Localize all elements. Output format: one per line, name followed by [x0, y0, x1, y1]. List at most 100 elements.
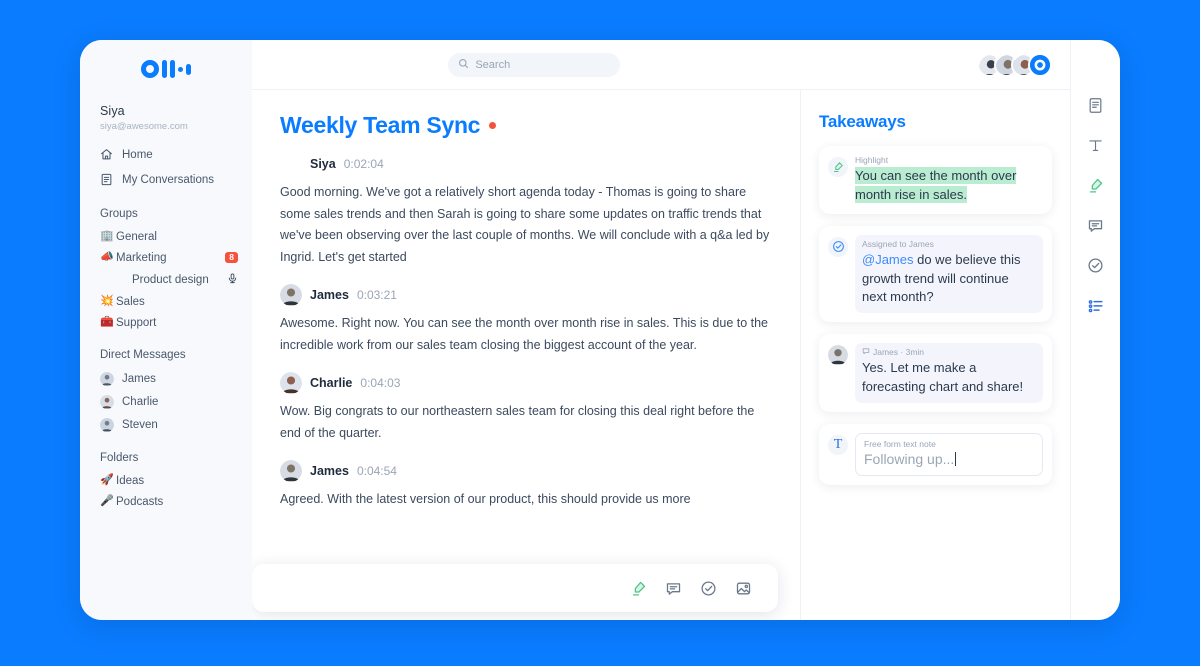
speaker-name[interactable]: Siya	[310, 157, 336, 171]
timestamp[interactable]: 0:02:04	[344, 157, 384, 171]
sidebar-item-my-conversations[interactable]: My Conversations	[80, 167, 252, 192]
user-name: Siya	[100, 104, 125, 118]
check-circle-icon[interactable]	[1085, 254, 1107, 276]
highlighted-line: You can see the month over	[855, 167, 1017, 184]
right-rail	[1070, 40, 1120, 620]
sidebar-group-marketing[interactable]: 📣 Marketing 8	[80, 247, 252, 268]
microphone-emoji-icon: 🎤	[100, 495, 114, 507]
otter-logo-mark	[141, 60, 191, 78]
check-circle-icon[interactable]	[700, 580, 717, 597]
document-icon	[100, 173, 113, 186]
card-body: Assigned to James @James do we believe t…	[855, 234, 1043, 314]
search-icon	[458, 56, 469, 74]
group-label: Product design	[132, 273, 209, 286]
timestamp[interactable]: 0:03:21	[357, 288, 397, 302]
sidebar-group-sales[interactable]: 💥 Sales	[80, 291, 252, 312]
transcript-message: James 0:04:54 Agreed. With the latest ve…	[280, 460, 774, 511]
sidebar-group-support[interactable]: 🧰 Support	[80, 312, 252, 333]
notes-icon[interactable]	[1085, 94, 1107, 116]
logo-bar-1	[162, 60, 167, 78]
sidebar-dm-charlie[interactable]: Charlie	[80, 390, 252, 413]
highlighter-icon[interactable]	[1085, 174, 1107, 196]
group-label: Marketing	[116, 251, 167, 264]
timestamp[interactable]: 0:04:54	[357, 464, 397, 478]
takeaway-card-comment[interactable]: James · 3min Yes. Let me make a forecast…	[819, 334, 1052, 412]
logo-bar-3	[186, 63, 191, 75]
message-header: James 0:04:54	[280, 460, 774, 482]
comment-icon[interactable]	[1085, 214, 1107, 236]
sidebar-group-product-design[interactable]: Product design	[80, 268, 252, 291]
message-header: Siya 0:02:04	[280, 153, 774, 175]
highlighter-icon[interactable]	[630, 580, 647, 597]
sidebar-folder-ideas[interactable]: 🚀 Ideas	[80, 470, 252, 491]
group-emoji-icon: 💥	[100, 295, 114, 307]
speaker-name[interactable]: James	[310, 464, 349, 478]
dm-section-title: Direct Messages	[100, 349, 186, 361]
avatar	[100, 394, 114, 409]
group-emoji-icon: 🏢	[100, 230, 114, 242]
groups-section-title: Groups	[100, 208, 138, 220]
logo-circle	[141, 60, 159, 78]
meeting-title-text: Weekly Team Sync	[280, 112, 481, 138]
comment-icon[interactable]	[665, 580, 682, 597]
avatar	[280, 284, 302, 306]
record-status-icon[interactable]	[1027, 52, 1052, 77]
note-input[interactable]: Free form text note Following up...	[855, 432, 1043, 476]
transcript-message: James 0:03:21 Awesome. Right now. You ca…	[280, 284, 774, 356]
highlighter-icon	[828, 157, 848, 177]
search-placeholder: Search	[475, 58, 511, 71]
content-row: Weekly Team Sync Siya 0:02:04 Good morni…	[252, 90, 1070, 620]
sidebar: Siya siya@awesome.com Home My Conversati…	[80, 40, 252, 620]
takeaway-card-note[interactable]: T Free form text note Following up...	[819, 423, 1052, 485]
unread-badge: 8	[225, 251, 238, 264]
message-text[interactable]: Agreed. With the latest version of our p…	[280, 489, 774, 511]
sidebar-dm-james[interactable]: James	[80, 367, 252, 390]
text-icon: T	[828, 434, 848, 455]
text-glyph: T	[833, 436, 843, 452]
comment-icon	[862, 347, 870, 357]
transcript-panel: Weekly Team Sync Siya 0:02:04 Good morni…	[252, 90, 800, 620]
sidebar-group-general[interactable]: 🏢 General	[80, 226, 252, 247]
message-text[interactable]: Good morning. We've got a relatively sho…	[280, 182, 774, 268]
group-label: Support	[116, 316, 157, 329]
text-icon[interactable]	[1085, 134, 1107, 156]
sidebar-item-home[interactable]: Home	[80, 142, 252, 167]
page-title: Weekly Team Sync	[280, 112, 774, 139]
rocket-icon: 🚀	[100, 474, 114, 486]
app-window: Siya siya@awesome.com Home My Conversati…	[80, 40, 1120, 620]
microphone-icon[interactable]	[227, 272, 238, 287]
card-kicker: James · 3min	[862, 347, 1036, 357]
sidebar-dm-steven[interactable]: Steven	[80, 413, 252, 436]
card-kicker: Assigned to James	[862, 238, 934, 249]
card-body: Highlight You can see the month over mon…	[855, 155, 1043, 205]
search-input[interactable]: Search	[448, 52, 621, 77]
message-header: James 0:03:21	[280, 284, 774, 306]
dm-label: Charlie	[122, 395, 159, 408]
app-logo[interactable]	[80, 40, 252, 90]
message-text[interactable]: Wow. Big congrats to our northeastern sa…	[280, 401, 774, 444]
logo-dot	[178, 66, 183, 72]
message-text[interactable]: Awesome. Right now. You can see the mont…	[280, 313, 774, 356]
sidebar-folder-podcasts[interactable]: 🎤 Podcasts	[80, 491, 252, 512]
speaker-name[interactable]: Charlie	[310, 376, 352, 390]
avatar	[280, 460, 302, 482]
image-icon[interactable]	[735, 580, 752, 597]
top-bar: Search	[252, 40, 1070, 90]
card-text: @James do we believe this growth trend w…	[862, 251, 1036, 308]
user-block[interactable]: Siya siya@awesome.com	[80, 90, 252, 142]
mention-token[interactable]: @James	[862, 252, 914, 267]
takeaway-card-highlight[interactable]: Highlight You can see the month over mon…	[819, 146, 1052, 214]
user-email: siya@awesome.com	[100, 121, 188, 132]
transcript-message: Siya 0:02:04 Good morning. We've got a r…	[280, 153, 774, 268]
outline-icon[interactable]	[1085, 294, 1107, 316]
transcript-message: Charlie 0:04:03 Wow. Big congrats to our…	[280, 372, 774, 444]
group-emoji-icon: 🧰	[100, 316, 114, 328]
participant-avatars	[976, 52, 1052, 77]
card-body: James · 3min Yes. Let me make a forecast…	[855, 343, 1043, 403]
group-emoji-icon: 📣	[100, 251, 114, 263]
card-kicker-text: James · 3min	[873, 347, 925, 358]
takeaway-card-assigned[interactable]: Assigned to James @James do we believe t…	[819, 225, 1052, 323]
takeaways-panel: Takeaways Highlight You can see the mont…	[800, 90, 1070, 620]
speaker-name[interactable]: James	[310, 288, 349, 302]
timestamp[interactable]: 0:04:03	[360, 376, 400, 390]
